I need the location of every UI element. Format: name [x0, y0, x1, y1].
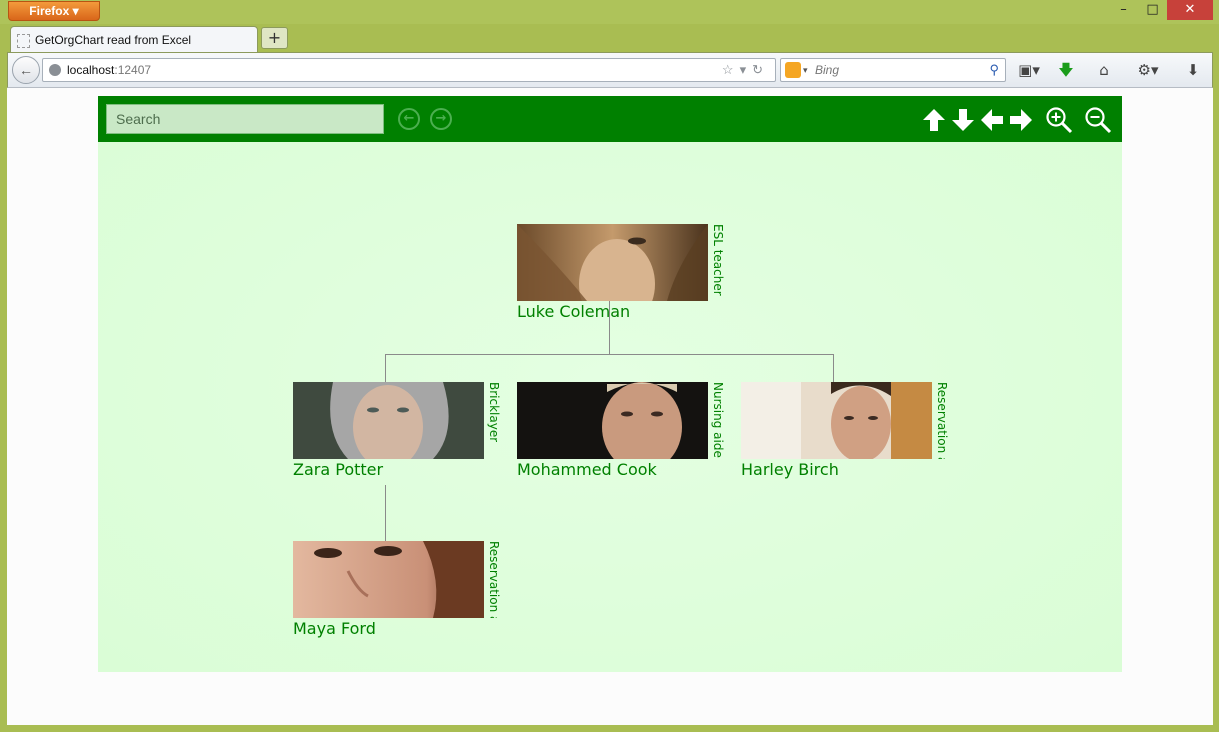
employee-title: ESL teacher: [711, 224, 725, 296]
previous-icon[interactable]: ←: [398, 108, 420, 130]
move-down-icon[interactable]: [950, 107, 976, 133]
web-search-placeholder: Bing: [815, 63, 840, 77]
globe-icon: [49, 64, 61, 76]
org-chart: ← → ESL teacher Luke Col: [98, 96, 1122, 672]
minimize-button[interactable]: –: [1109, 0, 1138, 20]
maximize-button[interactable]: □: [1138, 0, 1167, 20]
employee-title: Reservation a...: [935, 382, 949, 459]
employee-photo: [741, 382, 932, 459]
search-magnifier-icon[interactable]: ⚲: [989, 59, 999, 81]
connector-line: [833, 354, 834, 382]
org-node-harley-birch[interactable]: Reservation a... Harley Birch: [741, 382, 951, 482]
reload-icon[interactable]: ↻: [752, 62, 769, 77]
url-bar[interactable]: localhost:12407 ☆▾↻: [42, 58, 776, 82]
tab-title: GetOrgChart read from Excel: [35, 33, 192, 47]
page-viewport: ← → ESL teacher Luke Col: [7, 88, 1213, 725]
new-tab-button[interactable]: +: [261, 27, 288, 49]
back-button[interactable]: ←: [12, 56, 40, 84]
org-chart-toolbar: ← →: [98, 96, 1122, 142]
url-port: :12407: [114, 63, 152, 77]
org-node-zara-potter[interactable]: Bricklayer Zara Potter: [293, 382, 503, 482]
firefox-menu-label: Firefox: [29, 4, 70, 18]
employee-name: Zara Potter: [293, 460, 384, 479]
zoom-in-icon[interactable]: [1045, 106, 1073, 134]
bing-engine-icon[interactable]: [785, 62, 801, 78]
web-search-bar[interactable]: ▾ Bing ⚲: [780, 58, 1006, 82]
org-node-mohammed-cook[interactable]: Nursing aide Mohammed Cook: [517, 382, 727, 482]
save-download-icon[interactable]: ⬇: [1182, 59, 1204, 81]
org-node-maya-ford[interactable]: Reservation a... Maya Ford: [293, 541, 503, 641]
home-icon[interactable]: ⌂: [1092, 59, 1116, 81]
downloads-icon[interactable]: 🡇: [1054, 59, 1078, 81]
employee-name: Mohammed Cook: [517, 460, 657, 479]
page-favicon-icon: [17, 34, 30, 48]
zoom-out-icon[interactable]: [1084, 106, 1112, 134]
org-node-luke-coleman[interactable]: ESL teacher Luke Coleman: [517, 224, 727, 324]
url-text: localhost:12407: [67, 59, 151, 81]
bookmark-star-icon[interactable]: ☆: [722, 62, 740, 77]
move-up-icon[interactable]: [921, 107, 947, 133]
next-icon[interactable]: →: [430, 108, 452, 130]
navigation-toolbar: ← localhost:12407 ☆▾↻ ▾ Bing ⚲ ▣▾ 🡇 ⌂ ⚙▾…: [7, 52, 1213, 88]
employee-title: Nursing aide: [711, 382, 725, 458]
history-dropdown-icon[interactable]: ▾: [740, 62, 753, 77]
employee-photo: [517, 382, 708, 459]
connector-line: [385, 354, 833, 355]
employee-name: Luke Coleman: [517, 302, 631, 321]
move-right-icon[interactable]: [1008, 107, 1034, 133]
back-arrow-icon: ←: [19, 62, 33, 78]
employee-name: Harley Birch: [741, 460, 839, 479]
window-controls: – □ ✕: [1109, 0, 1213, 22]
employee-photo: [517, 224, 708, 301]
addon-menu-icon[interactable]: ⚙▾: [1128, 59, 1168, 81]
employee-photo: [293, 382, 484, 459]
connector-line: [385, 354, 386, 382]
employee-photo: [293, 541, 484, 618]
employee-name: Maya Ford: [293, 619, 376, 638]
tab-getorgchart[interactable]: GetOrgChart read from Excel: [10, 26, 258, 54]
firefox-menu-button[interactable]: Firefox ▾: [8, 1, 100, 21]
move-left-icon[interactable]: [979, 107, 1005, 133]
employee-title: Reservation a...: [487, 541, 501, 618]
window-titlebar: Firefox ▾ – □ ✕: [0, 0, 1219, 24]
employee-title: Bricklayer: [487, 382, 501, 443]
url-bar-actions: ☆▾↻: [722, 59, 769, 81]
close-button[interactable]: ✕: [1167, 0, 1213, 20]
chevron-down-icon: ▾: [72, 4, 79, 18]
bookmarks-menu-icon[interactable]: ▣▾: [1012, 59, 1046, 81]
url-host: localhost: [67, 63, 115, 77]
org-search-input[interactable]: [106, 104, 384, 134]
tab-strip: GetOrgChart read from Excel +: [0, 24, 1219, 54]
connector-line: [385, 485, 386, 541]
engine-dropdown-icon[interactable]: ▾: [803, 59, 808, 81]
